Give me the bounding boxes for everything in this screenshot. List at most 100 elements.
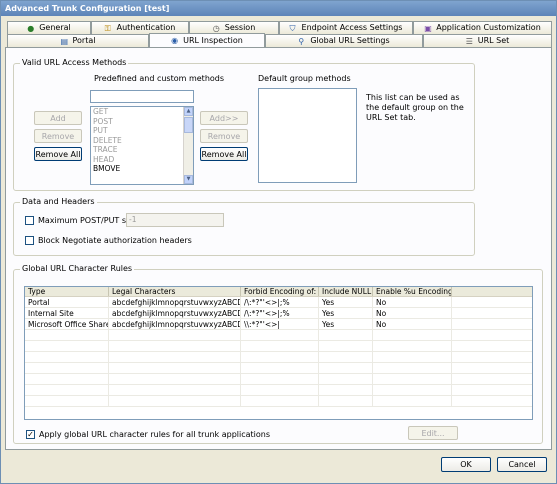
empty-cell [241, 341, 319, 351]
table-cell: Microsoft Office Share... [25, 319, 109, 329]
tab-label: Global URL Settings [310, 36, 390, 45]
empty-cell [373, 341, 452, 351]
empty-cell [373, 374, 452, 384]
scroll-up-icon[interactable]: ▲ [184, 107, 193, 116]
method-item[interactable]: BMOVE [91, 164, 193, 174]
ok-button[interactable]: OK [441, 457, 491, 472]
empty-row [25, 352, 532, 363]
tab-url-inspection[interactable]: ◉ URL Inspection [149, 33, 265, 47]
max-post-label: Maximum POST/PUT size: [38, 216, 141, 225]
table-row[interactable]: Microsoft Office Share... abcdefghijklmno… [25, 319, 532, 330]
empty-cell [241, 385, 319, 395]
table-cell: /\:*?"'<>|;% [241, 297, 319, 307]
table-cell: abcdefghijklmnopqrstuvwxyzABCD... [109, 297, 241, 307]
tab-endpoint-access-settings[interactable]: ⛉ Endpoint Access Settings [279, 21, 413, 34]
remove-default-button[interactable]: Remove [200, 129, 248, 143]
tab-general[interactable]: ● General [7, 21, 91, 34]
empty-cell [25, 396, 109, 406]
remove-all-methods-button[interactable]: Remove All [34, 147, 82, 161]
empty-cell [25, 352, 109, 362]
empty-cell [109, 396, 241, 406]
method-item[interactable]: POST [91, 117, 193, 127]
table-cell: Portal [25, 297, 109, 307]
window-title: Advanced Trunk Configuration [test] [1, 1, 556, 16]
empty-cell [373, 396, 452, 406]
remove-method-button[interactable]: Remove [34, 129, 82, 143]
empty-cell [319, 396, 373, 406]
tab-portal[interactable]: ▤ Portal [7, 34, 149, 47]
empty-cell [319, 330, 373, 340]
grid-column-header[interactable]: Enable %u Encoding [373, 287, 452, 296]
app-icon: ▣ [424, 23, 432, 33]
block-negotiate-checkbox[interactable] [25, 236, 34, 245]
empty-cell [241, 396, 319, 406]
method-item[interactable]: GET [91, 107, 193, 117]
apply-rules-checkbox[interactable]: ✓ [26, 430, 35, 439]
tab-label: URL Inspection [183, 35, 243, 45]
edit-rule-button[interactable]: Edit... [408, 426, 458, 440]
tab-label: Application Customization [436, 23, 541, 32]
inspection-icon: ◉ [171, 36, 179, 45]
default-group-list[interactable] [258, 88, 357, 183]
empty-row [25, 385, 532, 396]
valid-methods-group: Valid URL Access Methods [13, 58, 475, 191]
char-rules-grid[interactable]: Type Legal Characters Forbid Encoding of: I… [24, 286, 533, 420]
tab-label: General [39, 23, 71, 32]
empty-cell [109, 374, 241, 384]
default-group-note: This list can be used as the default gro… [366, 93, 464, 122]
tab-url-set[interactable]: ☰ URL Set [423, 34, 552, 47]
grid-column-header[interactable]: Include NULL [319, 287, 373, 296]
scroll-thumb[interactable] [184, 117, 193, 133]
table-cell: abcdefghijklmnopqrstuvwxyzABCD... [109, 308, 241, 318]
method-input[interactable] [90, 90, 194, 103]
methods-list-scrollbar[interactable]: ▲ ▼ [183, 107, 193, 184]
shield-icon: ⛉ [289, 23, 296, 33]
empty-cell [109, 385, 241, 395]
empty-row [25, 341, 532, 352]
empty-cell [241, 363, 319, 373]
grid-column-header[interactable]: Type [25, 287, 109, 296]
empty-row [25, 374, 532, 385]
default-group-label: Default group methods [258, 74, 351, 83]
predefined-methods-label: Predefined and custom methods [94, 74, 225, 83]
empty-cell [319, 385, 373, 395]
empty-cell [373, 385, 452, 395]
scroll-down-icon[interactable]: ▼ [184, 175, 193, 184]
empty-cell [25, 385, 109, 395]
cancel-button[interactable]: Cancel [497, 457, 547, 472]
list-icon: ☰ [465, 36, 473, 46]
table-row[interactable]: Portal abcdefghijklmnopqrstuvwxyzABCD... /… [25, 297, 532, 308]
apply-rules-label: Apply global URL character rules for all… [39, 430, 271, 439]
method-item[interactable]: DELETE [91, 136, 193, 146]
empty-cell [319, 341, 373, 351]
empty-cell [109, 352, 241, 362]
portal-icon: ▤ [60, 36, 69, 46]
add-method-button[interactable]: Add [34, 111, 82, 125]
method-item[interactable]: HEAD [91, 155, 193, 165]
char-rules-title: Global URL Character Rules [20, 264, 135, 273]
grid-header: Type Legal Characters Forbid Encoding of: I… [25, 287, 532, 297]
empty-row [25, 330, 532, 341]
table-cell: Yes [319, 308, 373, 318]
table-cell: No [373, 319, 452, 329]
table-cell: /\:*?"'<>|;% [241, 308, 319, 318]
table-cell: No [373, 297, 452, 307]
table-cell: \\:*?"'<>| [241, 319, 319, 329]
max-post-size-input[interactable]: -1 [126, 213, 224, 227]
max-post-checkbox[interactable] [25, 216, 34, 225]
empty-cell [25, 330, 109, 340]
method-item[interactable]: PUT [91, 126, 193, 136]
table-row[interactable]: Internal Site abcdefghijklmnopqrstuvwxyzA… [25, 308, 532, 319]
empty-cell [373, 352, 452, 362]
grid-column-header[interactable]: Legal Characters [109, 287, 241, 296]
table-cell: Yes [319, 297, 373, 307]
tab-global-url-settings[interactable]: ⚲ Global URL Settings [265, 34, 423, 47]
remove-all-default-button[interactable]: Remove All [200, 147, 248, 161]
add-to-default-button[interactable]: Add>> [200, 111, 248, 125]
tab-label: URL Set [477, 36, 510, 45]
methods-list[interactable]: GET POST PUT DELETE TRACE HEAD BMOVE ▲ ▼ [90, 106, 194, 185]
empty-cell [319, 374, 373, 384]
tab-application-customization[interactable]: ▣ Application Customization [413, 21, 552, 34]
grid-column-header[interactable]: Forbid Encoding of: [241, 287, 319, 296]
method-item[interactable]: TRACE [91, 145, 193, 155]
